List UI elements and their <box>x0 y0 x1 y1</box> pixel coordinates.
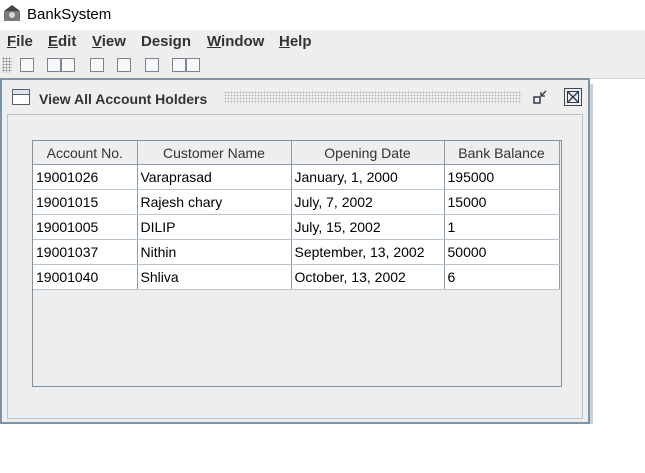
cell-bank-balance[interactable]: 15000 <box>444 189 560 215</box>
cell-customer-name[interactable]: Nithin <box>137 239 292 265</box>
menu-help[interactable]: Help <box>279 33 312 50</box>
column-header-account-no[interactable]: Account No. <box>33 141 138 165</box>
menu-help-mnemonic: H <box>279 33 290 50</box>
table-scroll-pane[interactable]: Account No. Customer Name Opening Date B… <box>32 140 562 387</box>
app-titlebar: BankSystem <box>0 0 645 30</box>
toolbar-button-6a[interactable] <box>172 58 186 72</box>
menu-design[interactable]: Design <box>141 33 191 50</box>
cell-bank-balance[interactable]: 6 <box>444 264 560 290</box>
cell-account-no[interactable]: 19001040 <box>33 264 138 290</box>
menu-window-rest: indow <box>221 33 265 50</box>
cell-bank-balance[interactable]: 1 <box>444 214 560 240</box>
cell-opening-date[interactable]: July, 15, 2002 <box>291 214 445 240</box>
toolbar-button-6b[interactable] <box>186 58 200 72</box>
cell-account-no[interactable]: 19001037 <box>33 239 138 265</box>
menu-window-mnemonic: W <box>207 33 222 50</box>
account-holders-table: Account No. Customer Name Opening Date B… <box>33 141 560 290</box>
cell-customer-name[interactable]: DILIP <box>137 214 292 240</box>
cell-customer-name[interactable]: Shliva <box>137 264 292 290</box>
menu-edit[interactable]: Edit <box>48 33 76 50</box>
column-header-bank-balance[interactable]: Bank Balance <box>444 141 560 165</box>
window-icon <box>12 89 30 105</box>
toolbar-button-1[interactable] <box>20 58 34 72</box>
close-button[interactable] <box>564 88 582 106</box>
toolbar-button-4[interactable] <box>117 58 131 72</box>
internal-frame-titlebar[interactable]: View All Account Holders <box>2 80 588 114</box>
cell-opening-date[interactable]: July, 7, 2002 <box>291 189 445 215</box>
cell-opening-date[interactable]: September, 13, 2002 <box>291 239 445 265</box>
close-icon <box>567 91 579 103</box>
column-header-customer-name[interactable]: Customer Name <box>137 141 292 165</box>
table-row[interactable]: 19001015 Rajesh chary July, 7, 2002 1500… <box>33 189 560 215</box>
cell-customer-name[interactable]: Varaprasad <box>137 164 292 190</box>
cell-opening-date[interactable]: October, 13, 2002 <box>291 264 445 290</box>
table-row[interactable]: 19001040 Shliva October, 13, 2002 6 <box>33 264 560 290</box>
toolbar <box>0 54 645 79</box>
column-header-opening-date[interactable]: Opening Date <box>291 141 445 165</box>
toolbar-button-2b[interactable] <box>61 58 75 72</box>
menu-view[interactable]: View <box>92 33 126 50</box>
table-row[interactable]: 19001026 Varaprasad January, 1, 2000 195… <box>33 164 560 190</box>
app-title: BankSystem <box>27 6 112 23</box>
menu-view-mnemonic: V <box>92 33 102 50</box>
cell-bank-balance[interactable]: 195000 <box>444 164 560 190</box>
menubar: File Edit View Design Window Help <box>0 30 645 54</box>
cell-account-no[interactable]: 19001026 <box>33 164 138 190</box>
bank-app-icon <box>4 5 20 21</box>
menu-file[interactable]: File <box>7 33 33 50</box>
menu-file-rest: ile <box>16 33 33 50</box>
cell-opening-date[interactable]: January, 1, 2000 <box>291 164 445 190</box>
toolbar-button-3[interactable] <box>90 58 104 72</box>
menu-edit-rest: dit <box>58 33 77 50</box>
menu-help-rest: elp <box>289 33 312 50</box>
menu-view-rest: iew <box>101 33 126 50</box>
toolbar-button-5[interactable] <box>145 58 159 72</box>
menu-window[interactable]: Window <box>207 33 264 50</box>
titlebar-drag-grip[interactable] <box>224 91 522 104</box>
cell-bank-balance[interactable]: 50000 <box>444 239 560 265</box>
restore-icon[interactable] <box>531 88 549 106</box>
menu-file-mnemonic: F <box>7 33 17 50</box>
internal-frame-content: Account No. Customer Name Opening Date B… <box>7 114 583 419</box>
cell-account-no[interactable]: 19001005 <box>33 214 138 240</box>
menu-edit-mnemonic: E <box>48 33 59 50</box>
table-row[interactable]: 19001005 DILIP July, 15, 2002 1 <box>33 214 560 240</box>
cell-customer-name[interactable]: Rajesh chary <box>137 189 292 215</box>
menu-design-label: Design <box>141 33 192 50</box>
table-header-row: Account No. Customer Name Opening Date B… <box>33 141 560 165</box>
cell-account-no[interactable]: 19001015 <box>33 189 138 215</box>
toolbar-grip[interactable] <box>2 57 12 73</box>
internal-frame-account-holders[interactable]: View All Account Holders Account No. Cus… <box>0 78 590 424</box>
toolbar-button-2a[interactable] <box>47 58 61 72</box>
internal-frame-title: View All Account Holders <box>39 91 208 107</box>
table-row[interactable]: 19001037 Nithin September, 13, 2002 5000… <box>33 239 560 265</box>
